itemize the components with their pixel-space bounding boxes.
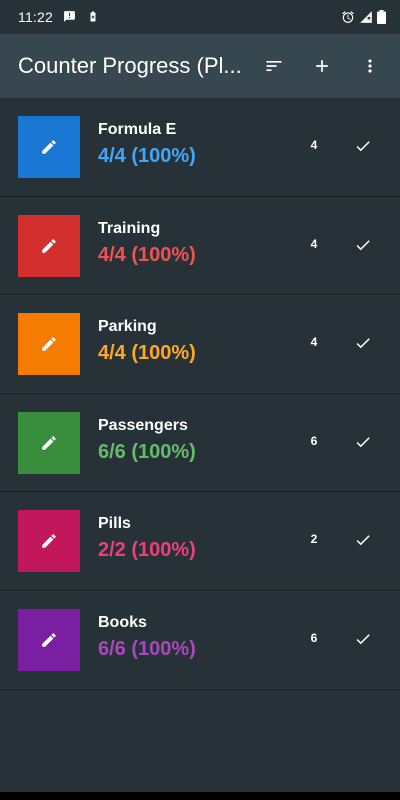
edit-color-button[interactable] [18, 411, 80, 474]
check-icon [356, 535, 370, 546]
counter-name: Books [98, 613, 147, 631]
edit-icon [42, 140, 56, 154]
complete-button[interactable] [345, 621, 381, 657]
counter-count: 2 [310, 532, 318, 547]
counter-row[interactable]: Books 6/6 (100%) 6 [0, 591, 400, 690]
edit-icon [42, 436, 56, 450]
edit-icon [42, 238, 56, 253]
page-title: Counter Progress (Pl... [18, 53, 242, 78]
check-icon [356, 239, 370, 250]
battery-icon [377, 10, 386, 24]
edit-color-button[interactable] [18, 313, 80, 376]
check-icon [356, 634, 370, 645]
counter-count: 4 [310, 138, 318, 152]
counter-row[interactable]: Formula E 4/4 (100%) 4 [0, 98, 400, 197]
counter-name: Formula E [98, 121, 177, 138]
sort-icon [266, 61, 282, 71]
complete-button[interactable] [345, 424, 381, 460]
edit-color-button[interactable] [18, 116, 80, 178]
add-icon [316, 60, 328, 72]
status-time: 11:22 [18, 9, 53, 25]
edit-icon [42, 633, 56, 647]
counter-progress: 4/4 (100%) [98, 342, 196, 365]
status-bar: 11:22 [0, 0, 400, 34]
more-options-button[interactable] [346, 42, 394, 90]
check-icon [356, 338, 370, 349]
check-icon [356, 436, 370, 448]
signal-icon [359, 10, 373, 24]
edit-icon [42, 534, 56, 549]
navigation-bar [0, 792, 400, 800]
counter-row[interactable]: Pills 2/2 (100%) 2 [0, 492, 400, 591]
counter-progress: 4/4 (100%) [98, 145, 196, 167]
check-icon [356, 141, 370, 152]
counter-row[interactable]: Training 4/4 (100%) 4 [0, 197, 400, 296]
complete-button[interactable] [345, 227, 381, 263]
app-bar: Counter Progress (Pl... [0, 34, 400, 98]
counter-progress: 6/6 (100%) [98, 637, 196, 660]
more-vert-icon [368, 59, 372, 73]
complete-button[interactable] [345, 522, 381, 558]
complete-button[interactable] [345, 325, 381, 361]
counter-name: Passengers [98, 416, 188, 434]
counter-count: 4 [310, 335, 318, 350]
counter-count: 6 [310, 433, 318, 448]
counter-row[interactable]: Passengers 6/6 (100%) 6 [0, 394, 400, 493]
counter-list: Formula E 4/4 (100%) 4 Training 4/4 (100… [0, 98, 400, 690]
sort-button[interactable] [250, 42, 298, 90]
message-icon [63, 10, 77, 24]
counter-progress: 2/2 (100%) [98, 539, 196, 562]
counter-name: Pills [98, 515, 131, 533]
complete-button[interactable] [345, 128, 381, 164]
edit-color-button[interactable] [18, 510, 80, 573]
battery-saver-icon [87, 10, 101, 24]
counter-count: 6 [310, 630, 318, 645]
counter-row[interactable]: Parking 4/4 (100%) 4 [0, 295, 400, 394]
edit-color-button[interactable] [18, 608, 80, 671]
add-button[interactable] [298, 42, 346, 90]
edit-color-button[interactable] [18, 214, 80, 277]
alarm-icon [341, 10, 355, 24]
counter-progress: 6/6 (100%) [98, 440, 196, 463]
counter-count: 4 [310, 236, 318, 251]
counter-progress: 4/4 (100%) [98, 243, 196, 266]
counter-name: Parking [98, 318, 157, 336]
counter-name: Training [98, 219, 161, 237]
edit-icon [42, 337, 56, 351]
